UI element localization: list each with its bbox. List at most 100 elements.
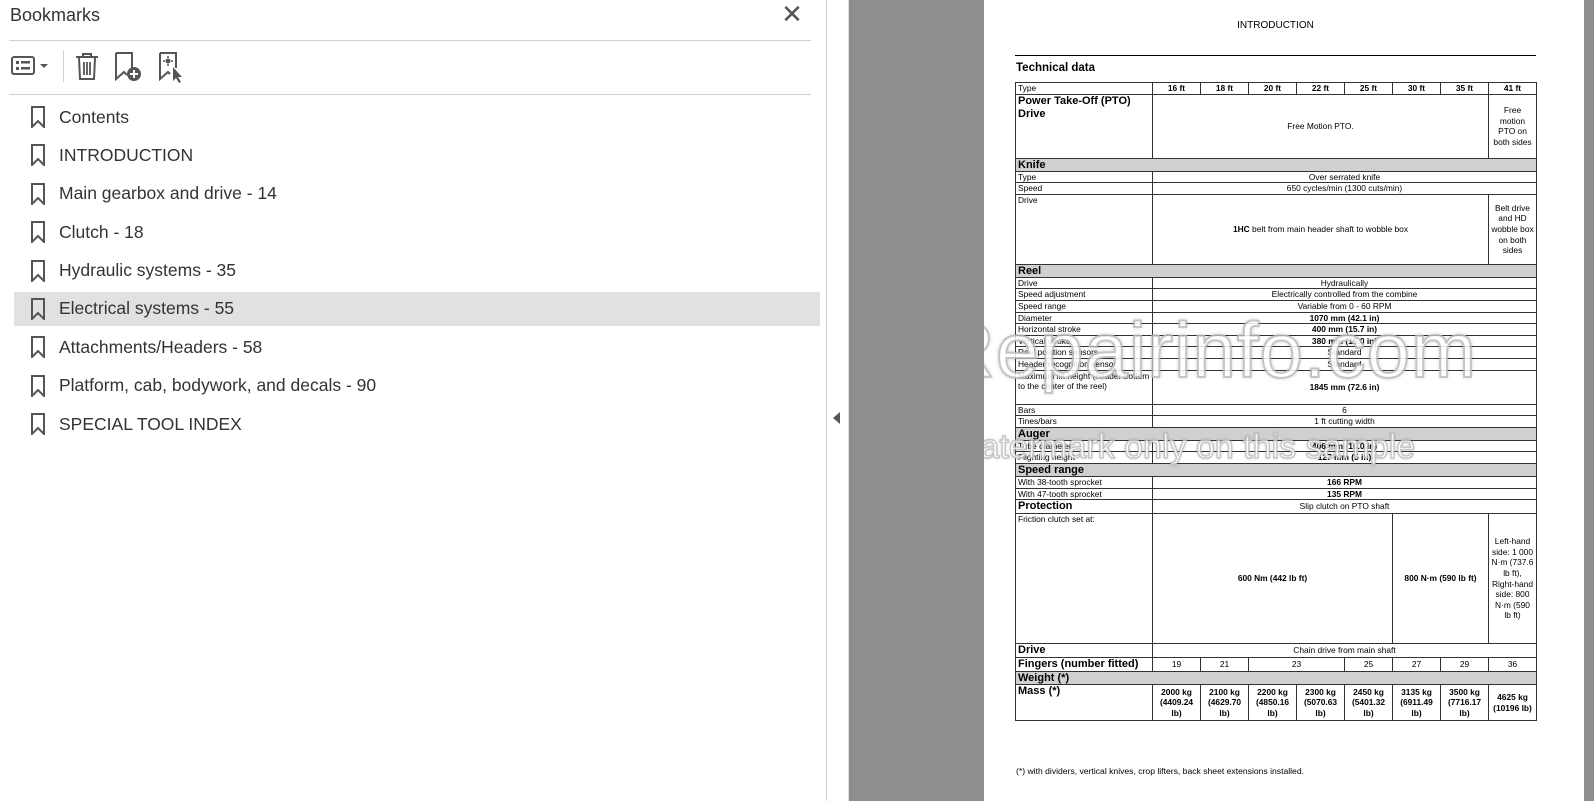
bookmark-list: Contents INTRODUCTION Main gearbox and dri… [14,100,820,446]
table-row: Bars 6 [1015,403,1537,417]
table-row: With 47-tooth sprocket 135 RPM [1015,487,1537,501]
bookmark-label: Electrical systems - 55 [59,298,235,319]
header-rule [1015,55,1536,56]
table-cell: 21 [1200,657,1249,673]
bookmarks-panel: Bookmarks ✕ Contents INTRODUCTION Main g… [0,0,827,801]
bookmark-icon [31,336,45,359]
table-row: Mass (*) 2000 kg (4409.24 lb) 2100 kg (462… [1015,684,1537,722]
table-cell: Friction clutch set at: [1015,513,1153,645]
bookmark-item[interactable]: INTRODUCTION [14,138,820,172]
bookmark-icon [31,106,45,128]
bookmark-icon [31,374,45,397]
table-cell: 36 [1488,657,1537,673]
divider [9,94,811,95]
table-cell: 650 cycles/min (1300 cuts/min) [1152,182,1537,195]
table-cell: Slip clutch on PTO shaft [1152,499,1537,515]
table-cell: 1HC belt from main header shaft to wobbl… [1152,193,1489,265]
page-footnote: (*) with dividers, vertical knives, crop… [1016,766,1305,776]
table-row: Type Over serrated knife [1015,170,1537,184]
bookmark-label: Contents [59,106,130,127]
new-bookmark-icon[interactable] [112,48,144,84]
table-cell: Free motion PTO on both sides [1488,93,1537,159]
close-icon[interactable]: ✕ [780,1,804,27]
table-cell: 29 [1440,657,1489,673]
table-row: Drive Chain drive from main shaft [1015,643,1537,659]
table-cell: 20 ft [1248,82,1297,95]
table-cell: Hydraulically [1152,276,1537,290]
table-row: Protection Slip clutch on PTO shaft [1015,499,1537,515]
table-cell: 41 ft [1488,82,1537,95]
technical-data-table: Type 16 ft 18 ft 20 ft 22 ft 25 ft 30 ft 35 ft 4… [1015,82,1537,722]
table-cell: 23 [1248,657,1345,673]
table-cell: Mass (*) [1015,684,1153,722]
collapse-arrow-icon[interactable] [833,412,840,424]
delete-icon[interactable] [73,48,101,84]
bookmark-item[interactable]: SPECIAL TOOL INDEX [14,407,820,441]
table-cell: Weight (*) [1015,671,1537,686]
document-canvas: INTRODUCTION Technical data Type 16 ft 18 … [849,0,1594,801]
table-cell: 18 ft [1200,82,1249,95]
bookmark-label: Main gearbox and drive - 14 [59,183,277,204]
options-menu-icon[interactable] [9,48,53,84]
page-header: INTRODUCTION [1237,20,1314,31]
table-cell: 800 N·m (590 lb ft) [1392,513,1489,645]
bookmark-label: INTRODUCTION [59,144,194,165]
bookmark-icon [31,297,45,320]
table-cell: Protection [1015,499,1153,515]
table-cell: Type [1015,170,1153,184]
table-cell: Chain drive from main shaft [1152,643,1537,659]
bookmark-item[interactable]: Hydraulic systems - 35 [14,254,820,288]
table-cell: With 47-tooth sprocket [1015,487,1153,501]
bookmark-item[interactable]: Attachments/Headers - 58 [14,330,820,364]
bookmark-item[interactable]: Platform, cab, bodywork, and decals - 90 [14,369,820,403]
table-cell: 166 RPM [1152,475,1537,489]
table-cell: Speed adjustment [1015,288,1153,301]
table-cell: 6 [1152,403,1537,417]
table-cell: Left-hand side: 1 000 N·m (737.6 lb ft),… [1488,513,1537,645]
divider [9,40,811,41]
table-cell: 25 ft [1344,82,1393,95]
table-cell: Reel [1015,263,1537,278]
table-row: Type 16 ft 18 ft 20 ft 22 ft 25 ft 30 ft 35 ft 4… [1015,82,1537,95]
table-cell: 22 ft [1296,82,1345,95]
drive-text: belt from main header shaft to wobble bo… [1249,223,1409,234]
table-cell: Knife [1015,157,1537,172]
bookmark-icon [31,259,45,282]
bookmark-item[interactable]: Main gearbox and drive - 14 [14,177,820,211]
table-cell: 16 ft [1152,82,1201,95]
table-cell: Over serrated knife [1152,170,1537,184]
table-cell: 2100 kg (4629.70 lb) [1200,684,1249,722]
table-cell: Tines/bars [1015,415,1153,428]
table-row: Reel [1015,263,1537,278]
bookmark-label: Attachments/Headers - 58 [59,336,263,357]
table-cell: 135 RPM [1152,487,1537,501]
table-row: Friction clutch set at: 600 Nm (442 lb ft… [1015,513,1537,645]
document-page: INTRODUCTION Technical data Type 16 ft 18 … [984,0,1584,801]
bookmark-icon [31,221,45,244]
table-row: Fingers (number fitted) 19 21 23 25 27 29 36 [1015,657,1537,673]
table-cell: Power Take-Off (PTO) Drive [1015,93,1153,159]
table-row: Weight (*) [1015,671,1537,686]
table-row: Tines/bars 1 ft cutting width [1015,415,1537,428]
bookmark-item[interactable]: Clutch - 18 [14,215,820,249]
table-cell: 3500 kg (7716.17 lb) [1440,684,1489,722]
table-cell: Fingers (number fitted) [1015,657,1153,673]
table-cell: 35 ft [1440,82,1489,95]
bookmark-item[interactable]: Electrical systems - 55 [14,291,820,326]
panel-title: Bookmarks [10,5,101,25]
table-row: Knife [1015,157,1537,172]
panel-splitter[interactable] [827,0,849,801]
bookmark-item[interactable]: Contents [14,100,820,134]
bookmark-icon [31,144,45,167]
table-cell: Type [1015,82,1153,95]
table-cell: 2450 kg (5401.32 lb) [1344,684,1393,722]
table-cell: Belt drive and HD wobble box on both sid… [1488,193,1537,265]
bookmark-from-selection-icon[interactable] [156,48,186,84]
table-cell: With 38-tooth sprocket [1015,475,1153,489]
table-cell: Speed [1015,182,1153,195]
bookmark-icon [31,182,45,205]
table-cell: Drive [1015,643,1153,659]
toolbar-separator [63,50,64,82]
page-subtitle: Technical data [1016,62,1096,74]
table-cell: 2200 kg (4850.16 lb) [1248,684,1297,722]
